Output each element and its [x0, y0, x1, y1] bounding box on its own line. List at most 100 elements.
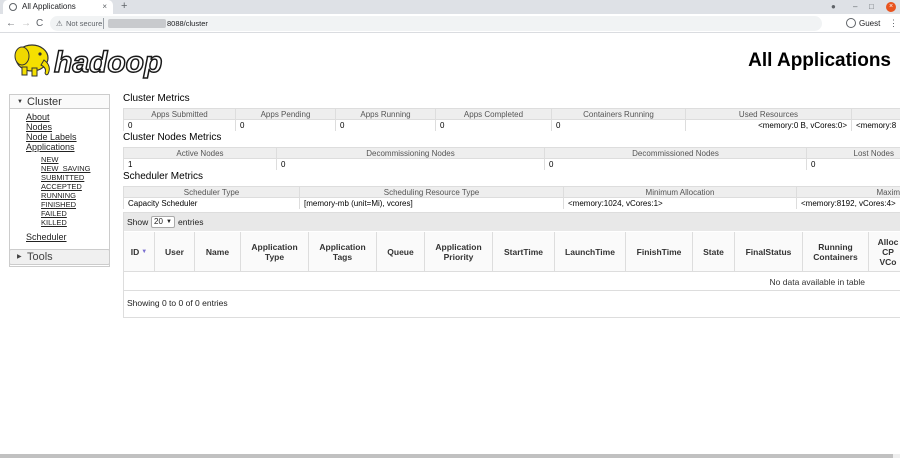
- col-header-name[interactable]: Name: [195, 232, 241, 272]
- value-scheduling-resource-type: [memory-mb (unit=Mi), vcores]: [299, 197, 564, 209]
- value-total-resources: <memory:8: [851, 119, 900, 131]
- scheduler-metrics-table: Scheduler Type Scheduling Resource Type …: [123, 186, 900, 209]
- nav-link-state-killed[interactable]: KILLED: [41, 218, 67, 227]
- col-header-finish-time[interactable]: FinishTime: [626, 232, 693, 272]
- header-active-nodes: Active Nodes: [123, 147, 277, 159]
- cluster-metrics-table: Apps Submitted Apps Pending Apps Running…: [123, 108, 900, 131]
- col-header-running-containers[interactable]: Running Containers: [803, 232, 869, 272]
- header-maximum-allocation: Maxim: [796, 186, 900, 198]
- divider: [103, 18, 104, 29]
- empty-table-message: No data available in table: [124, 273, 900, 291]
- redacted-host: [108, 19, 166, 28]
- value-apps-running: 0: [335, 119, 436, 131]
- table-row: 1 0 0 0: [123, 158, 900, 170]
- applications-table: Show 20 ▼ entries ID ▼ User Name Applicati…: [123, 212, 900, 318]
- collapsed-triangle-icon: ▶: [17, 254, 22, 260]
- value-scheduler-type: Capacity Scheduler: [123, 197, 300, 209]
- col-header-allocated-cpu-vcores[interactable]: Alloc CP VCo: [869, 232, 900, 272]
- nav-link-state-finished[interactable]: FINISHED: [41, 200, 76, 209]
- nodes-metrics-title: Cluster Nodes Metrics: [123, 132, 222, 143]
- header-lost-nodes: Lost Nodes: [806, 147, 900, 159]
- minimize-button[interactable]: –: [853, 0, 857, 14]
- cluster-section-header[interactable]: ▼ Cluster: [10, 95, 109, 109]
- header-containers-running: Containers Running: [551, 108, 686, 120]
- window-close-button[interactable]: ×: [886, 2, 896, 12]
- table-length-bar: Show 20 ▼ entries: [124, 213, 900, 231]
- show-label: Show: [127, 217, 149, 227]
- header-apps-running: Apps Running: [335, 108, 436, 120]
- nav-link-state-new-saving[interactable]: NEW_SAVING: [41, 164, 90, 173]
- avatar-icon: [846, 18, 856, 28]
- profile-button[interactable]: Guest: [846, 14, 880, 33]
- nav-link-applications[interactable]: Applications: [26, 142, 75, 152]
- nav-link-nodes[interactable]: Nodes: [26, 122, 52, 132]
- nav-link-node-labels[interactable]: Node Labels: [26, 132, 77, 142]
- table-header-row: ID ▼ User Name Application Type Applicati…: [124, 232, 900, 272]
- horizontal-scrollbar[interactable]: [0, 454, 900, 458]
- security-label: Not secure: [66, 19, 103, 28]
- browser-tab[interactable]: All Applications ×: [3, 0, 113, 14]
- table-header-row: Apps Submitted Apps Pending Apps Running…: [123, 108, 900, 120]
- value-decommissioned-nodes: 0: [544, 158, 807, 170]
- value-used-resources: <memory:0 B, vCores:0>: [685, 119, 852, 131]
- nav-link-state-submitted[interactable]: SUBMITTED: [41, 173, 84, 182]
- close-tab-icon[interactable]: ×: [102, 0, 107, 14]
- table-info: Showing 0 to 0 of 0 entries: [127, 298, 228, 308]
- nav-link-state-accepted[interactable]: ACCEPTED: [41, 182, 82, 191]
- header-apps-pending: Apps Pending: [235, 108, 336, 120]
- col-header-application-tags[interactable]: Application Tags: [309, 232, 377, 272]
- warning-icon: ⚠: [56, 19, 63, 28]
- value-apps-submitted: 0: [123, 119, 236, 131]
- cluster-metrics-title: Cluster Metrics: [123, 93, 190, 104]
- logo-wordmark: hadoop: [54, 46, 162, 79]
- header-scheduler-type: Scheduler Type: [123, 186, 300, 198]
- col-header-application-priority[interactable]: Application Priority: [425, 232, 493, 272]
- col-header-state[interactable]: State: [693, 232, 735, 272]
- tools-label: Tools: [27, 251, 53, 263]
- page-size-select[interactable]: 20 ▼: [151, 216, 175, 228]
- value-apps-pending: 0: [235, 119, 336, 131]
- header-scheduling-resource-type: Scheduling Resource Type: [299, 186, 564, 198]
- value-minimum-allocation: <memory:1024, vCores:1>: [563, 197, 797, 209]
- col-header-application-type[interactable]: Application Type: [241, 232, 309, 272]
- nav-link-state-failed[interactable]: FAILED: [41, 209, 67, 218]
- new-tab-button[interactable]: +: [121, 0, 127, 13]
- nav-link-scheduler[interactable]: Scheduler: [26, 232, 67, 242]
- address-bar[interactable]: ⚠ Not secure 8088/cluster: [50, 16, 822, 31]
- value-active-nodes: 1: [123, 158, 277, 170]
- cluster-label: Cluster: [27, 96, 62, 108]
- scrollbar-thumb[interactable]: [0, 454, 893, 458]
- chevron-down-icon: ▼: [166, 219, 172, 225]
- reload-button[interactable]: C: [36, 14, 43, 33]
- tools-section-header[interactable]: ▶ Tools: [9, 249, 110, 265]
- value-lost-nodes: 0: [806, 158, 900, 170]
- globe-icon: [9, 3, 17, 11]
- table-row: Capacity Scheduler [memory-mb (unit=Mi),…: [123, 197, 900, 209]
- col-header-id[interactable]: ID ▼: [124, 232, 155, 272]
- col-header-final-status[interactable]: FinalStatus: [735, 232, 803, 272]
- tab-strip: [0, 0, 900, 14]
- table-row: 0 0 0 0 0 <memory:0 B, vCores:0> <memory…: [123, 119, 900, 131]
- restore-button[interactable]: □: [869, 0, 874, 14]
- forward-button[interactable]: →: [21, 14, 31, 33]
- page-size-value: 20: [154, 217, 163, 226]
- nav-link-about[interactable]: About: [26, 112, 50, 122]
- page-title: All Applications: [748, 50, 891, 71]
- nav-link-state-new[interactable]: NEW: [41, 155, 59, 164]
- elephant-icon: [14, 44, 50, 77]
- col-header-queue[interactable]: Queue: [377, 232, 425, 272]
- header-decommissioned-nodes: Decommissioned Nodes: [544, 147, 807, 159]
- col-header-launch-time[interactable]: LaunchTime: [555, 232, 626, 272]
- expand-triangle-icon: ▼: [17, 99, 23, 105]
- browser-menu-icon[interactable]: ⋮: [889, 14, 898, 33]
- col-header-start-time[interactable]: StartTime: [493, 232, 555, 272]
- col-header-user[interactable]: User: [155, 232, 195, 272]
- extension-icon[interactable]: ●: [831, 0, 836, 14]
- back-button[interactable]: ←: [6, 14, 16, 33]
- hadoop-logo[interactable]: hadoop: [10, 38, 186, 82]
- profile-label: Guest: [859, 19, 881, 28]
- nav-link-state-running[interactable]: RUNNING: [41, 191, 76, 200]
- value-apps-completed: 0: [435, 119, 552, 131]
- value-containers-running: 0: [551, 119, 686, 131]
- header-decommissioning-nodes: Decommissioning Nodes: [276, 147, 545, 159]
